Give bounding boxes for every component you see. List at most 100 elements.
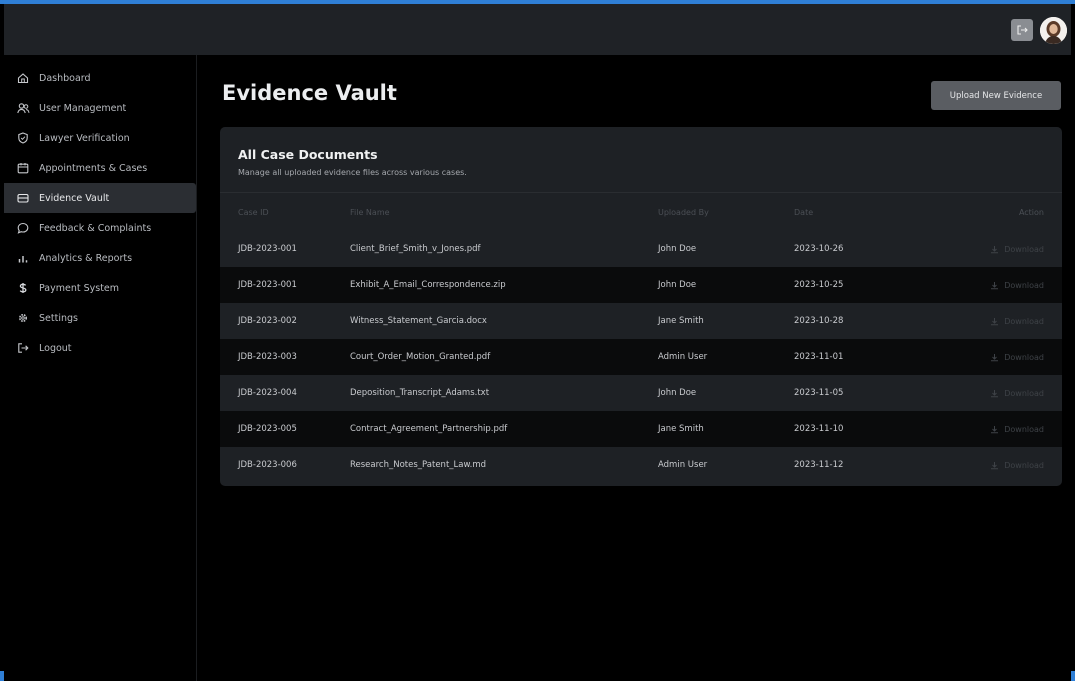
sidebar-item-analytics-reports[interactable]: Analytics & Reports	[4, 243, 196, 273]
sidebar-item-label: Lawyer Verification	[39, 132, 130, 144]
main-content: Evidence Vault Upload New Evidence All C…	[198, 55, 1071, 681]
cell-file-name: Exhibit_A_Email_Correspondence.zip	[350, 280, 506, 290]
download-button[interactable]: Download	[990, 389, 1044, 398]
dollar-icon	[16, 281, 30, 295]
download-button[interactable]: Download	[990, 245, 1044, 254]
download-label: Download	[1004, 460, 1044, 470]
sidebar-item-label: Settings	[39, 312, 78, 324]
sidebar-item-label: Payment System	[39, 282, 120, 294]
sidebar-item-label: User Management	[39, 102, 127, 114]
sidebar-item-label: Logout	[39, 342, 72, 354]
table-header-row: Case ID File Name Uploaded By Date Actio…	[220, 193, 1062, 231]
cell-uploaded-by: John Doe	[658, 280, 697, 290]
cell-uploaded-by: Jane Smith	[658, 316, 704, 326]
download-icon	[991, 281, 999, 289]
cell-case-id: JDB-2023-004	[238, 388, 297, 398]
cell-uploaded-by: John Doe	[658, 388, 697, 398]
sidebar-item-label: Appointments & Cases	[39, 162, 148, 174]
sidebar-item-logout[interactable]: Logout	[4, 333, 196, 363]
download-label: Download	[1004, 244, 1044, 254]
cell-uploaded-by: Admin User	[658, 352, 708, 362]
cell-case-id: JDB-2023-002	[238, 316, 297, 326]
column-header-date: Date	[794, 207, 814, 217]
top-bar	[4, 4, 1071, 55]
download-icon	[991, 245, 999, 253]
logout-icon	[1017, 25, 1028, 35]
documents-table: Case ID File Name Uploaded By Date Actio…	[220, 193, 1062, 483]
cell-date: 2023-10-28	[794, 316, 844, 326]
message-icon	[16, 221, 30, 235]
sidebar-item-label: Feedback & Complaints	[39, 222, 152, 234]
card-subtitle: Manage all uploaded evidence files acros…	[238, 168, 467, 177]
sidebar-item-label: Dashboard	[39, 72, 91, 84]
download-button[interactable]: Download	[990, 425, 1044, 434]
sidebar: Dashboard User Management Lawyer Verific…	[4, 55, 197, 681]
shield-check-icon	[16, 131, 30, 145]
cell-uploaded-by: John Doe	[658, 244, 697, 254]
download-button[interactable]: Download	[990, 281, 1044, 290]
users-icon	[16, 101, 30, 115]
cell-file-name: Research_Notes_Patent_Law.md	[350, 460, 487, 470]
download-label: Download	[1004, 316, 1044, 326]
sidebar-item-payment-system[interactable]: Payment System	[4, 273, 196, 303]
download-label: Download	[1004, 388, 1044, 398]
vault-icon	[16, 191, 30, 205]
sidebar-item-dashboard[interactable]: Dashboard	[4, 63, 196, 93]
sidebar-item-label: Analytics & Reports	[39, 252, 133, 264]
table-row: JDB-2023-001 Client_Brief_Smith_v_Jones.…	[220, 231, 1062, 267]
logout-icon	[16, 341, 30, 355]
bar-chart-icon	[16, 251, 30, 265]
cell-file-name: Witness_Statement_Garcia.docx	[350, 316, 487, 326]
card-header: All Case Documents Manage all uploaded e…	[220, 127, 1062, 193]
sidebar-item-evidence-vault[interactable]: Evidence Vault	[4, 183, 196, 213]
cell-uploaded-by: Admin User	[658, 460, 708, 470]
download-button[interactable]: Download	[990, 461, 1044, 470]
download-icon	[991, 389, 999, 397]
download-icon	[991, 353, 999, 361]
download-label: Download	[1004, 352, 1044, 362]
table-row: JDB-2023-002 Witness_Statement_Garcia.do…	[220, 303, 1062, 339]
table-row: JDB-2023-005 Contract_Agreement_Partners…	[220, 411, 1062, 447]
table-row: JDB-2023-003 Court_Order_Motion_Granted.…	[220, 339, 1062, 375]
cell-file-name: Contract_Agreement_Partnership.pdf	[350, 424, 508, 434]
cell-date: 2023-10-25	[794, 280, 844, 290]
download-button[interactable]: Download	[990, 317, 1044, 326]
cell-case-id: JDB-2023-001	[238, 280, 297, 290]
table-row: JDB-2023-006 Research_Notes_Patent_Law.m…	[220, 447, 1062, 483]
cell-uploaded-by: Jane Smith	[658, 424, 704, 434]
cell-date: 2023-10-26	[794, 244, 844, 254]
cell-file-name: Client_Brief_Smith_v_Jones.pdf	[350, 244, 481, 254]
home-icon	[16, 71, 30, 85]
table-row: JDB-2023-004 Deposition_Transcript_Adams…	[220, 375, 1062, 411]
download-icon	[991, 425, 999, 433]
sidebar-item-feedback-complaints[interactable]: Feedback & Complaints	[4, 213, 196, 243]
download-label: Download	[1004, 280, 1044, 290]
page-title: Evidence Vault	[222, 81, 397, 105]
documents-card: All Case Documents Manage all uploaded e…	[220, 127, 1062, 486]
download-label: Download	[1004, 424, 1044, 434]
column-header-action: Action	[1018, 207, 1044, 217]
sidebar-item-appointments-cases[interactable]: Appointments & Cases	[4, 153, 196, 183]
cell-file-name: Court_Order_Motion_Granted.pdf	[350, 352, 491, 362]
header-logout-button[interactable]	[1011, 19, 1033, 41]
sidebar-item-lawyer-verification[interactable]: Lawyer Verification	[4, 123, 196, 153]
calendar-icon	[16, 161, 30, 175]
user-avatar-icon	[1040, 17, 1067, 44]
sidebar-item-user-management[interactable]: User Management	[4, 93, 196, 123]
card-title: All Case Documents	[238, 147, 378, 162]
sidebar-item-settings[interactable]: Settings	[4, 303, 196, 333]
download-icon	[991, 461, 999, 469]
column-header-case-id: Case ID	[238, 207, 269, 217]
cell-date: 2023-11-10	[794, 424, 844, 434]
cell-date: 2023-11-12	[794, 460, 844, 470]
download-button[interactable]: Download	[990, 353, 1044, 362]
column-header-uploaded-by: Uploaded By	[658, 207, 709, 217]
cell-case-id: JDB-2023-001	[238, 244, 297, 254]
column-header-file-name: File Name	[350, 207, 390, 217]
avatar[interactable]	[1040, 17, 1067, 44]
cell-date: 2023-11-05	[794, 388, 844, 398]
cell-case-id: JDB-2023-003	[238, 352, 297, 362]
gear-icon	[16, 311, 30, 325]
upload-new-evidence-button[interactable]: Upload New Evidence	[931, 81, 1061, 110]
cell-file-name: Deposition_Transcript_Adams.txt	[350, 388, 490, 398]
